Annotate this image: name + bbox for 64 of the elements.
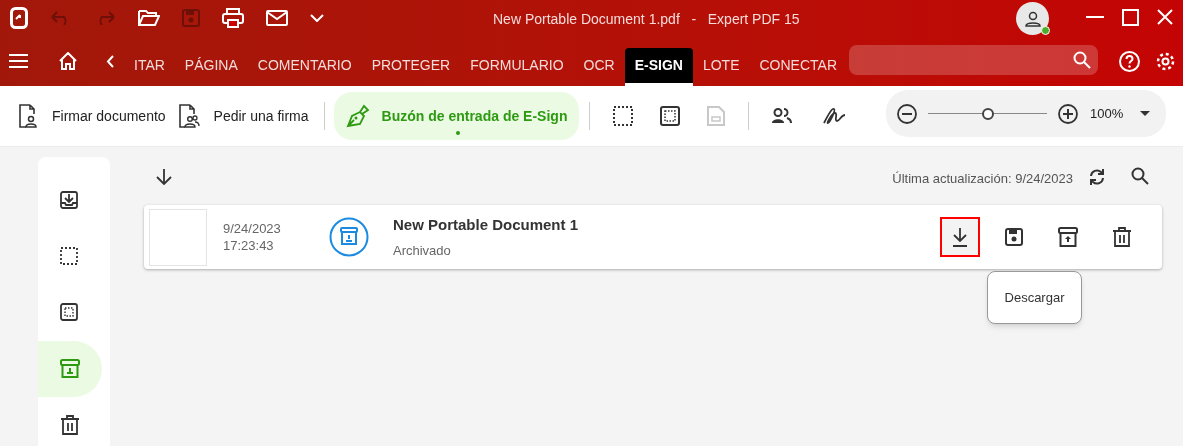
document-row[interactable]: 9/24/2023 17:23:43 New Portable Document 1 Archivado — [144, 205, 1162, 269]
dotted-selection-icon[interactable] — [613, 106, 634, 126]
user-avatar[interactable] — [1016, 2, 1049, 35]
zoom-out-icon[interactable] — [897, 103, 917, 124]
folder-icon[interactable] — [138, 9, 160, 27]
dotted-grid-icon — [60, 303, 80, 323]
sort-arrow-icon[interactable] — [156, 168, 172, 185]
document-person-icon — [18, 104, 38, 128]
print-icon[interactable] — [222, 8, 244, 28]
toolbar-button[interactable]: Firmar documento — [12, 92, 172, 140]
ribbon-tab[interactable]: E-SIGN — [624, 48, 693, 86]
pen-nib-icon — [345, 104, 370, 128]
person-icon — [1024, 10, 1041, 27]
slider-thumb[interactable] — [981, 107, 994, 120]
archive-box-icon — [329, 217, 369, 257]
ribbon-tab[interactable]: FORMULARIO — [460, 48, 574, 86]
chevron-down-icon[interactable] — [310, 14, 324, 22]
trash-icon — [60, 415, 80, 435]
ribbon-tab[interactable]: OCR — [573, 48, 625, 86]
window-title: New Portable Document 1.pdf - Expert PDF 15 — [493, 10, 800, 29]
search-field[interactable] — [849, 45, 1098, 75]
row-action-button[interactable] — [940, 217, 980, 257]
home-icon[interactable] — [59, 52, 77, 70]
menu-icon[interactable] — [9, 54, 28, 68]
people-icon[interactable] — [771, 108, 793, 124]
trash-icon — [1112, 227, 1132, 247]
zoom-in-icon[interactable] — [1058, 103, 1078, 124]
tooltip: Descargar — [987, 271, 1082, 324]
maximize-icon[interactable] — [1122, 9, 1139, 26]
mail-icon[interactable] — [266, 10, 288, 26]
document-name[interactable]: New Portable Document 1 — [393, 214, 579, 237]
toolbar-button[interactable]: Pedir una firma — [171, 92, 315, 140]
ribbon-tab[interactable]: COMENTARIO — [247, 48, 362, 86]
toolbar-button[interactable]: Buzón de entrada de E-Sign — [333, 92, 580, 140]
app-logo-icon[interactable] — [10, 7, 28, 29]
help-icon[interactable] — [1119, 51, 1140, 72]
zoom-slider[interactable] — [928, 107, 1047, 120]
close-icon[interactable] — [1157, 9, 1173, 25]
document-thumbnail — [149, 208, 207, 266]
ribbon-tab[interactable]: ITAR — [124, 48, 175, 86]
dotted-selection-icon — [60, 247, 80, 267]
ribbon-tab[interactable]: PÁGINA — [174, 48, 248, 86]
archive-upload-icon — [1058, 227, 1078, 247]
archive-box-icon — [60, 359, 80, 379]
search-icon[interactable] — [1131, 167, 1149, 185]
inbox-download-icon — [60, 191, 80, 211]
refresh-icon[interactable] — [1088, 167, 1106, 187]
ribbon-tab[interactable]: CONECTAR — [749, 48, 847, 86]
document-people-icon — [177, 104, 200, 128]
dropdown-caret-icon[interactable] — [1140, 111, 1151, 116]
zoom-value[interactable]: 100% — [1090, 103, 1124, 124]
document-time: 17:23:43 — [223, 237, 275, 254]
save-icon — [1004, 227, 1024, 247]
download-icon — [950, 227, 970, 247]
last-update-text: Última actualización: 9/24/2023 — [892, 170, 1073, 188]
ribbon-tab[interactable]: PROTEGER — [361, 48, 461, 86]
signature-icon[interactable] — [822, 107, 847, 125]
dotted-grid-icon[interactable] — [660, 106, 681, 126]
chevron-left-icon[interactable] — [106, 54, 114, 68]
search-icon[interactable] — [1073, 51, 1091, 69]
document-status: Archivado — [393, 241, 452, 260]
document-date: 9/24/2023 — [223, 220, 282, 237]
settings-icon[interactable] — [1155, 51, 1176, 72]
ribbon-tab[interactable]: LOTE — [692, 48, 750, 86]
